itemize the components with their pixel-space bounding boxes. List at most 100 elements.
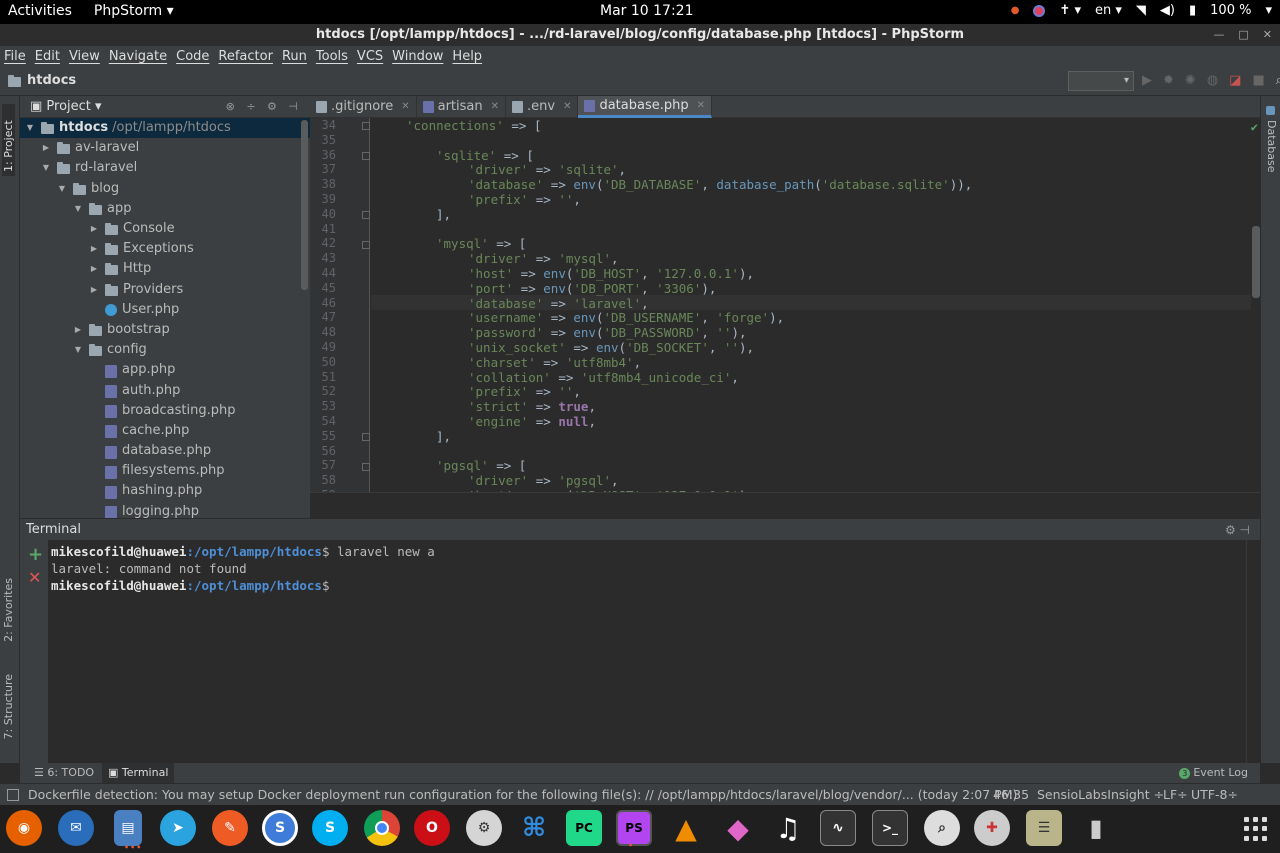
simplenote-icon[interactable]: S [262, 810, 298, 846]
status-message[interactable]: Dockerfile detection: You may setup Dock… [28, 784, 1017, 806]
tree-item-rd-laravel[interactable]: ▼ rd-laravel [20, 158, 310, 178]
project-panel-title[interactable]: ▣ Project ▾ [30, 99, 102, 114]
tree-item-cache-php[interactable]: cache.php [20, 421, 310, 441]
minimize-icon[interactable]: — [1213, 24, 1224, 46]
tree-item-hashing-php[interactable]: hashing.php [20, 481, 310, 501]
tool-tab-database[interactable]: Database [1265, 120, 1278, 173]
menu-view[interactable]: View [69, 46, 100, 68]
phpstorm-icon[interactable]: PS • [616, 810, 652, 850]
fold-marker-icon[interactable] [362, 241, 370, 249]
chrome-icon[interactable] [364, 810, 400, 846]
tree-item-bootstrap[interactable]: ▶ bootstrap [20, 320, 310, 340]
thunderbird-icon[interactable]: ✉ [58, 810, 94, 846]
terminal-output[interactable]: mikescofild@huawei:/opt/lampp/htdocs$ la… [48, 540, 1246, 763]
collapse-arrow-icon[interactable]: ▶ [40, 138, 52, 158]
menu-edit[interactable]: Edit [35, 46, 60, 68]
tab-artisan[interactable]: artisan ✕ [417, 96, 506, 118]
files-icon[interactable]: ▤ ••• [114, 810, 142, 852]
tab-gitignore[interactable]: .gitignore ✕ [310, 96, 417, 118]
editor-scrollbar[interactable] [1252, 226, 1260, 298]
expand-arrow-icon[interactable]: ▼ [56, 179, 68, 199]
notes-icon[interactable]: ☰ [1026, 810, 1062, 846]
menu-navigate[interactable]: Navigate [109, 46, 167, 68]
tree-item-config[interactable]: ▼ config [20, 340, 310, 360]
kite-icon[interactable]: ◆ [720, 810, 756, 846]
inspection-ok-icon[interactable]: ✔ [1251, 120, 1258, 134]
tree-item-console[interactable]: ▶ Console [20, 219, 310, 239]
system-menu-icon[interactable]: ▾ [1265, 3, 1272, 18]
tool-tab-event-log[interactable]: 3 Event Log [1173, 763, 1254, 783]
tree-item-auth-php[interactable]: auth.php [20, 380, 310, 400]
profile-icon[interactable]: ◍ [1207, 73, 1218, 88]
stop-icon[interactable]: ■ [1252, 73, 1264, 88]
volume-icon[interactable]: ◀) [1160, 3, 1175, 18]
battery-level[interactable]: 100 % [1210, 3, 1251, 18]
new-session-icon[interactable]: + [28, 544, 43, 565]
search-everywhere-icon[interactable]: ⌕ [1276, 73, 1280, 88]
close-window-icon[interactable]: ✕ [1263, 24, 1272, 46]
expand-arrow-icon[interactable]: ▼ [72, 340, 84, 360]
tree-item-htdocs[interactable]: ▼ htdocs/opt/lampp/htdocs [20, 118, 310, 139]
wifi-icon[interactable]: ◥ [1136, 3, 1146, 18]
collapse-arrow-icon[interactable]: ▶ [88, 259, 100, 279]
terminal-icon[interactable]: >_ [872, 810, 908, 846]
tree-item-providers[interactable]: ▶ Providers [20, 280, 310, 300]
system-clock[interactable]: Mar 10 17:21 [600, 3, 693, 19]
menu-code[interactable]: Code [176, 46, 209, 68]
expand-arrow-icon[interactable]: ▼ [72, 199, 84, 219]
editor-horizontal-scroll[interactable] [310, 492, 1260, 518]
help-icon[interactable]: ✚ [974, 810, 1010, 846]
menu-vcs[interactable]: VCS [357, 46, 383, 68]
monitor-icon[interactable]: ∿ [820, 810, 856, 846]
tree-item-database-php[interactable]: database.php [20, 441, 310, 461]
app-menu-button[interactable]: PhpStorm ▾ [94, 3, 174, 19]
collapse-arrow-icon[interactable]: ▶ [88, 239, 100, 259]
menu-file[interactable]: File [4, 46, 26, 68]
menu-refactor[interactable]: Refactor [218, 46, 273, 68]
vscode-icon[interactable]: ⌘ [516, 810, 552, 846]
recorder-icon[interactable] [1033, 4, 1046, 17]
expand-arrow-icon[interactable]: ▼ [24, 118, 36, 138]
debug-icon[interactable]: ✹ [1163, 73, 1174, 88]
caret-position[interactable]: 46:35 [993, 784, 1029, 806]
breadcrumb[interactable]: htdocs [8, 73, 76, 88]
fold-marker-icon[interactable] [362, 433, 370, 441]
tree-item-http[interactable]: ▶ Http [20, 259, 310, 279]
menu-run[interactable]: Run [282, 46, 307, 68]
tree-item-exceptions[interactable]: ▶ Exceptions [20, 239, 310, 259]
show-apps-icon[interactable] [1244, 817, 1268, 841]
sensiolabs-insight[interactable]: SensioLabsInsight ÷ [1037, 784, 1164, 806]
expand-arrow-icon[interactable]: ▼ [40, 158, 52, 178]
tab-env[interactable]: .env ✕ [506, 96, 579, 118]
run-config-select[interactable]: ▾ [1068, 71, 1134, 91]
tab-database-php[interactable]: database.php ✕ [578, 96, 713, 118]
coverage-icon[interactable]: ✺ [1185, 73, 1196, 88]
music-icon[interactable]: ♫ [770, 810, 806, 846]
tool-tab-favorites[interactable]: 2: Favorites [2, 578, 15, 642]
tree-item-logging-php[interactable]: logging.php [20, 502, 310, 518]
project-scrollbar[interactable] [301, 120, 308, 290]
usb-icon[interactable]: ▮ [1078, 810, 1114, 846]
collapse-arrow-icon[interactable]: ▶ [88, 280, 100, 300]
fold-marker-icon[interactable] [362, 152, 370, 160]
fold-marker-icon[interactable] [362, 211, 370, 219]
terminal-scrollbar[interactable] [1246, 540, 1260, 763]
collapse-arrow-icon[interactable]: ▶ [88, 219, 100, 239]
code-editor[interactable]: 34 35 36 37 38 39 40 41 42 43 44 45 46 4… [310, 118, 1260, 492]
file-encoding[interactable]: UTF-8÷ [1191, 784, 1238, 806]
gear-app-icon[interactable]: ⚙ [466, 810, 502, 846]
maximize-icon[interactable]: □ [1238, 24, 1248, 46]
pycharm-icon[interactable]: PC [566, 810, 602, 846]
postman-icon[interactable]: ✎ [212, 810, 248, 846]
fold-marker-icon[interactable] [362, 463, 370, 471]
tool-tab-terminal[interactable]: ▣ Terminal [102, 763, 175, 783]
toggle-tool-windows-icon[interactable] [7, 789, 19, 801]
close-session-icon[interactable]: ✕ [28, 568, 41, 587]
tree-item-broadcasting-php[interactable]: broadcasting.php [20, 401, 310, 421]
tool-tab-todo[interactable]: ☰ 6: TODO [28, 763, 100, 783]
run-icon[interactable]: ▶ [1142, 73, 1152, 88]
gear-icon[interactable]: ⚙ ⊣ [1225, 519, 1250, 541]
line-separator[interactable]: LF÷ [1163, 784, 1188, 806]
tool-tab-project[interactable]: 1: Project [2, 104, 15, 176]
activities-button[interactable]: Activities [8, 3, 72, 19]
